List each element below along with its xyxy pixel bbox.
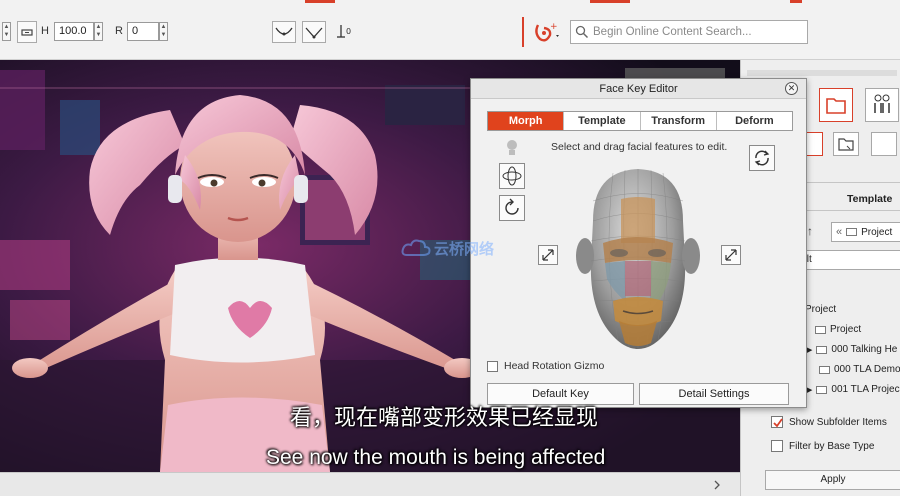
light-bulb-icon [505,139,519,157]
apply-button[interactable]: Apply [765,470,900,490]
tree-item[interactable]: ▶ 001 TLA Projec [807,384,900,395]
tree-item-label: 000 TLA Demo [834,364,900,375]
tree-item-label: Project [805,304,837,315]
filter-base-checkbox[interactable] [771,440,783,452]
head-rotation-checkbox[interactable] [487,360,498,372]
character-icon[interactable] [865,88,899,122]
spinner-arrows[interactable]: ▲ ▼ [2,22,11,41]
link-icon[interactable] [17,21,37,43]
rotation-spinner[interactable]: ▲ ▼ [159,22,168,41]
top-toolbar: ▲ ▼ H 100.0 ▲ ▼ R 0 ▲ ▼ 0 + Begin Online Co… [0,0,900,60]
rotation-input[interactable]: 0 [127,22,159,41]
dialog-titlebar[interactable]: Face Key Editor ✕ [471,79,806,99]
double-chevron-left-icon: « [836,226,843,238]
folder-small-icon [846,228,858,236]
folder-link-icon[interactable] [833,132,859,156]
head-rotation-gizmo-row[interactable]: Head Rotation Gizmo [487,360,604,372]
head-rotation-label: Head Rotation Gizmo [504,360,605,372]
filter-field[interactable]: ılt [801,250,900,270]
toolbar-accent-bar [590,0,630,3]
tree-item[interactable]: Project [815,324,861,335]
height-label: H [41,25,49,37]
show-subfolder-checkbox[interactable] [771,416,783,428]
tree-item-label: 000 Talking He [831,344,898,355]
dialog-title: Face Key Editor [599,83,678,95]
filter-base-label: Filter by Base Type [789,440,875,452]
timeline-strip [0,472,740,496]
expand-left-icon[interactable] [538,245,558,265]
detail-settings-button[interactable]: Detail Settings [639,383,789,405]
cloud-logo-icon [401,239,431,256]
template-tab[interactable]: Template [847,193,892,205]
subtitle-chinese: 看，现在嘴部变形效果已经显现 [290,406,599,431]
chevron-right-icon[interactable] [712,480,722,490]
toolbar-accent-bar [305,0,335,3]
breadcrumb-label: Project [861,226,893,238]
curve-down-icon[interactable] [272,21,296,43]
tree-expand-icon[interactable]: ▶ [807,346,812,354]
tree-expand-icon[interactable]: ▶ [807,386,812,394]
content-manager-icon[interactable]: + [530,19,562,45]
toolbar-accent-bar [790,0,802,3]
height-spinner[interactable]: ▲ ▼ [94,22,103,41]
tree-item-label: Project [830,324,862,335]
panel-tabbar [747,70,897,76]
dialog-tabs: Morph Template Transform Deform [487,111,793,131]
project-breadcrumb[interactable]: « Project [831,222,900,242]
filter-base-row[interactable]: Filter by Base Type [771,440,874,452]
refresh-icon[interactable] [749,145,775,171]
svg-text:0: 0 [346,27,351,36]
search-input[interactable]: Begin Online Content Search... [570,20,808,44]
toolbar-divider [522,17,524,47]
search-icon [575,25,589,39]
vertex-down-icon[interactable] [302,21,326,43]
blank-tool-button[interactable] [871,132,897,156]
folder-small-icon [815,325,826,334]
face-mesh-view[interactable] [563,161,713,351]
tree-item[interactable]: Project [805,304,836,315]
tab-template[interactable]: Template [564,112,641,130]
subtitle-english: See now the mouth is being affected [266,446,606,469]
expand-right-icon[interactable] [721,245,741,265]
watermark: 云桥网络 [401,237,494,259]
up-arrow-icon[interactable]: ↑ [807,224,813,238]
folder-small-icon [816,385,828,394]
show-subfolder-label: Show Subfolder Items [789,416,887,428]
rotation-label: R [115,25,123,37]
tree-item-label: 001 TLA Projec [831,384,900,395]
project-tree: Project Project ▶ 000 Talking He 000 TLA … [801,300,900,400]
watermark-text: 云桥网络 [434,239,495,258]
orbit-icon[interactable] [499,163,525,189]
edit-hint: Select and drag facial features to edit. [551,141,728,153]
tree-item[interactable]: ▶ 000 Talking He [807,344,897,355]
folder-small-icon [819,365,830,374]
align-bottom-icon[interactable]: 0 [336,22,354,42]
tab-transform[interactable]: Transform [641,112,717,130]
search-placeholder: Begin Online Content Search... [593,26,752,38]
show-subfolder-row[interactable]: Show Subfolder Items [771,416,887,428]
folder-icon[interactable] [819,88,853,122]
close-icon[interactable]: ✕ [785,82,798,95]
tree-item[interactable]: 000 TLA Demo [819,364,900,375]
rotate-icon[interactable] [499,195,525,221]
height-input[interactable]: 100.0 [54,22,94,41]
tab-morph[interactable]: Morph [488,112,565,130]
svg-text:+: + [550,22,558,32]
face-key-editor-dialog: Face Key Editor ✕ Morph Template Transfo… [401,78,807,408]
tab-deform[interactable]: Deform [717,112,792,130]
folder-small-icon [816,345,828,354]
